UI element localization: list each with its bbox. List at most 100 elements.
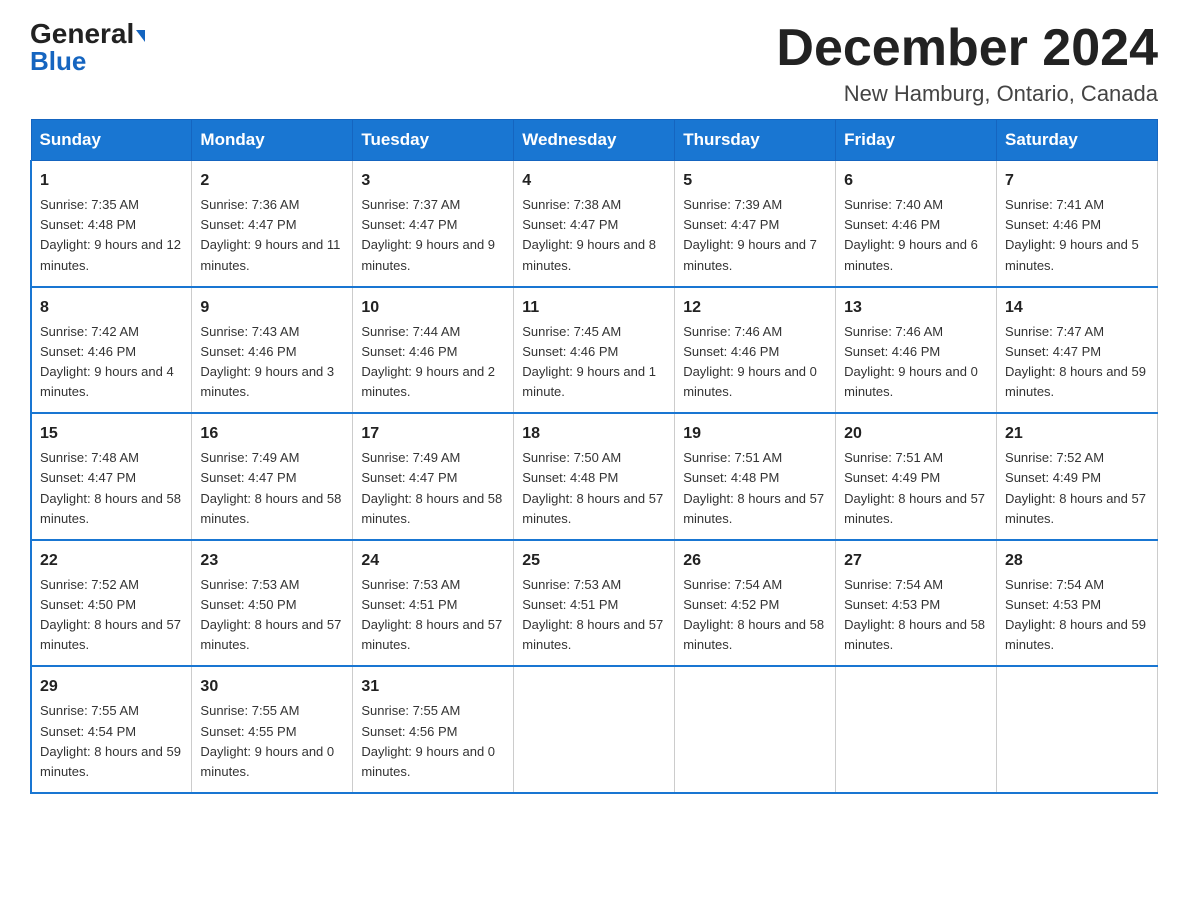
header-saturday: Saturday [997, 120, 1158, 161]
day-info: Sunrise: 7:46 AMSunset: 4:46 PMDaylight:… [683, 322, 827, 403]
day-info: Sunrise: 7:51 AMSunset: 4:48 PMDaylight:… [683, 448, 827, 529]
day-info: Sunrise: 7:43 AMSunset: 4:46 PMDaylight:… [200, 322, 344, 403]
header-tuesday: Tuesday [353, 120, 514, 161]
day-number: 25 [522, 549, 666, 573]
day-number: 11 [522, 296, 666, 320]
day-info: Sunrise: 7:54 AMSunset: 4:53 PMDaylight:… [844, 575, 988, 656]
day-number: 7 [1005, 169, 1149, 193]
day-number: 2 [200, 169, 344, 193]
day-number: 8 [40, 296, 183, 320]
calendar-title: December 2024 [776, 20, 1158, 77]
calendar-header: Sunday Monday Tuesday Wednesday Thursday… [31, 120, 1158, 161]
title-area: December 2024 New Hamburg, Ontario, Cana… [776, 20, 1158, 107]
calendar-cell: 21Sunrise: 7:52 AMSunset: 4:49 PMDayligh… [997, 413, 1158, 540]
day-number: 21 [1005, 422, 1149, 446]
day-info: Sunrise: 7:45 AMSunset: 4:46 PMDaylight:… [522, 322, 666, 403]
day-number: 9 [200, 296, 344, 320]
logo: General Blue [30, 20, 145, 77]
day-number: 4 [522, 169, 666, 193]
calendar-cell: 15Sunrise: 7:48 AMSunset: 4:47 PMDayligh… [31, 413, 192, 540]
header-row: Sunday Monday Tuesday Wednesday Thursday… [31, 120, 1158, 161]
day-info: Sunrise: 7:53 AMSunset: 4:51 PMDaylight:… [361, 575, 505, 656]
calendar-cell: 7Sunrise: 7:41 AMSunset: 4:46 PMDaylight… [997, 161, 1158, 287]
calendar-cell: 28Sunrise: 7:54 AMSunset: 4:53 PMDayligh… [997, 540, 1158, 667]
day-number: 6 [844, 169, 988, 193]
day-info: Sunrise: 7:46 AMSunset: 4:46 PMDaylight:… [844, 322, 988, 403]
calendar-week-4: 22Sunrise: 7:52 AMSunset: 4:50 PMDayligh… [31, 540, 1158, 667]
day-number: 18 [522, 422, 666, 446]
header-thursday: Thursday [675, 120, 836, 161]
calendar-week-5: 29Sunrise: 7:55 AMSunset: 4:54 PMDayligh… [31, 666, 1158, 793]
day-info: Sunrise: 7:53 AMSunset: 4:50 PMDaylight:… [200, 575, 344, 656]
day-info: Sunrise: 7:53 AMSunset: 4:51 PMDaylight:… [522, 575, 666, 656]
calendar-cell [514, 666, 675, 793]
day-number: 5 [683, 169, 827, 193]
day-info: Sunrise: 7:55 AMSunset: 4:54 PMDaylight:… [40, 701, 183, 782]
day-info: Sunrise: 7:50 AMSunset: 4:48 PMDaylight:… [522, 448, 666, 529]
calendar-cell: 17Sunrise: 7:49 AMSunset: 4:47 PMDayligh… [353, 413, 514, 540]
header-friday: Friday [836, 120, 997, 161]
day-info: Sunrise: 7:36 AMSunset: 4:47 PMDaylight:… [200, 195, 344, 276]
calendar-cell: 6Sunrise: 7:40 AMSunset: 4:46 PMDaylight… [836, 161, 997, 287]
calendar-cell: 16Sunrise: 7:49 AMSunset: 4:47 PMDayligh… [192, 413, 353, 540]
calendar-body: 1Sunrise: 7:35 AMSunset: 4:48 PMDaylight… [31, 161, 1158, 793]
logo-general: General [30, 20, 145, 48]
logo-blue: Blue [30, 46, 86, 77]
calendar-cell [675, 666, 836, 793]
header-monday: Monday [192, 120, 353, 161]
day-info: Sunrise: 7:44 AMSunset: 4:46 PMDaylight:… [361, 322, 505, 403]
day-info: Sunrise: 7:47 AMSunset: 4:47 PMDaylight:… [1005, 322, 1149, 403]
calendar-cell: 12Sunrise: 7:46 AMSunset: 4:46 PMDayligh… [675, 287, 836, 414]
day-info: Sunrise: 7:40 AMSunset: 4:46 PMDaylight:… [844, 195, 988, 276]
day-info: Sunrise: 7:54 AMSunset: 4:53 PMDaylight:… [1005, 575, 1149, 656]
day-info: Sunrise: 7:52 AMSunset: 4:49 PMDaylight:… [1005, 448, 1149, 529]
calendar-cell: 31Sunrise: 7:55 AMSunset: 4:56 PMDayligh… [353, 666, 514, 793]
day-number: 16 [200, 422, 344, 446]
calendar-cell: 10Sunrise: 7:44 AMSunset: 4:46 PMDayligh… [353, 287, 514, 414]
day-number: 24 [361, 549, 505, 573]
day-info: Sunrise: 7:41 AMSunset: 4:46 PMDaylight:… [1005, 195, 1149, 276]
day-number: 28 [1005, 549, 1149, 573]
day-info: Sunrise: 7:38 AMSunset: 4:47 PMDaylight:… [522, 195, 666, 276]
calendar-cell: 13Sunrise: 7:46 AMSunset: 4:46 PMDayligh… [836, 287, 997, 414]
calendar-cell [836, 666, 997, 793]
day-number: 14 [1005, 296, 1149, 320]
location: New Hamburg, Ontario, Canada [776, 81, 1158, 107]
day-info: Sunrise: 7:55 AMSunset: 4:55 PMDaylight:… [200, 701, 344, 782]
calendar-cell: 14Sunrise: 7:47 AMSunset: 4:47 PMDayligh… [997, 287, 1158, 414]
day-number: 19 [683, 422, 827, 446]
day-info: Sunrise: 7:48 AMSunset: 4:47 PMDaylight:… [40, 448, 183, 529]
calendar-cell: 23Sunrise: 7:53 AMSunset: 4:50 PMDayligh… [192, 540, 353, 667]
calendar-cell: 3Sunrise: 7:37 AMSunset: 4:47 PMDaylight… [353, 161, 514, 287]
page-header: General Blue December 2024 New Hamburg, … [30, 20, 1158, 107]
day-number: 22 [40, 549, 183, 573]
day-info: Sunrise: 7:37 AMSunset: 4:47 PMDaylight:… [361, 195, 505, 276]
calendar-cell: 8Sunrise: 7:42 AMSunset: 4:46 PMDaylight… [31, 287, 192, 414]
day-number: 29 [40, 675, 183, 699]
calendar-cell: 26Sunrise: 7:54 AMSunset: 4:52 PMDayligh… [675, 540, 836, 667]
day-number: 3 [361, 169, 505, 193]
header-wednesday: Wednesday [514, 120, 675, 161]
calendar-cell: 19Sunrise: 7:51 AMSunset: 4:48 PMDayligh… [675, 413, 836, 540]
calendar-week-3: 15Sunrise: 7:48 AMSunset: 4:47 PMDayligh… [31, 413, 1158, 540]
calendar-cell: 4Sunrise: 7:38 AMSunset: 4:47 PMDaylight… [514, 161, 675, 287]
day-info: Sunrise: 7:42 AMSunset: 4:46 PMDaylight:… [40, 322, 183, 403]
day-number: 10 [361, 296, 505, 320]
calendar-cell: 5Sunrise: 7:39 AMSunset: 4:47 PMDaylight… [675, 161, 836, 287]
calendar-cell [997, 666, 1158, 793]
day-number: 15 [40, 422, 183, 446]
day-number: 23 [200, 549, 344, 573]
calendar-week-2: 8Sunrise: 7:42 AMSunset: 4:46 PMDaylight… [31, 287, 1158, 414]
day-info: Sunrise: 7:54 AMSunset: 4:52 PMDaylight:… [683, 575, 827, 656]
calendar-cell: 20Sunrise: 7:51 AMSunset: 4:49 PMDayligh… [836, 413, 997, 540]
day-number: 12 [683, 296, 827, 320]
calendar-cell: 2Sunrise: 7:36 AMSunset: 4:47 PMDaylight… [192, 161, 353, 287]
calendar-table: Sunday Monday Tuesday Wednesday Thursday… [30, 119, 1158, 794]
calendar-cell: 29Sunrise: 7:55 AMSunset: 4:54 PMDayligh… [31, 666, 192, 793]
calendar-cell: 25Sunrise: 7:53 AMSunset: 4:51 PMDayligh… [514, 540, 675, 667]
day-number: 20 [844, 422, 988, 446]
day-number: 27 [844, 549, 988, 573]
day-info: Sunrise: 7:51 AMSunset: 4:49 PMDaylight:… [844, 448, 988, 529]
day-info: Sunrise: 7:52 AMSunset: 4:50 PMDaylight:… [40, 575, 183, 656]
calendar-cell: 27Sunrise: 7:54 AMSunset: 4:53 PMDayligh… [836, 540, 997, 667]
